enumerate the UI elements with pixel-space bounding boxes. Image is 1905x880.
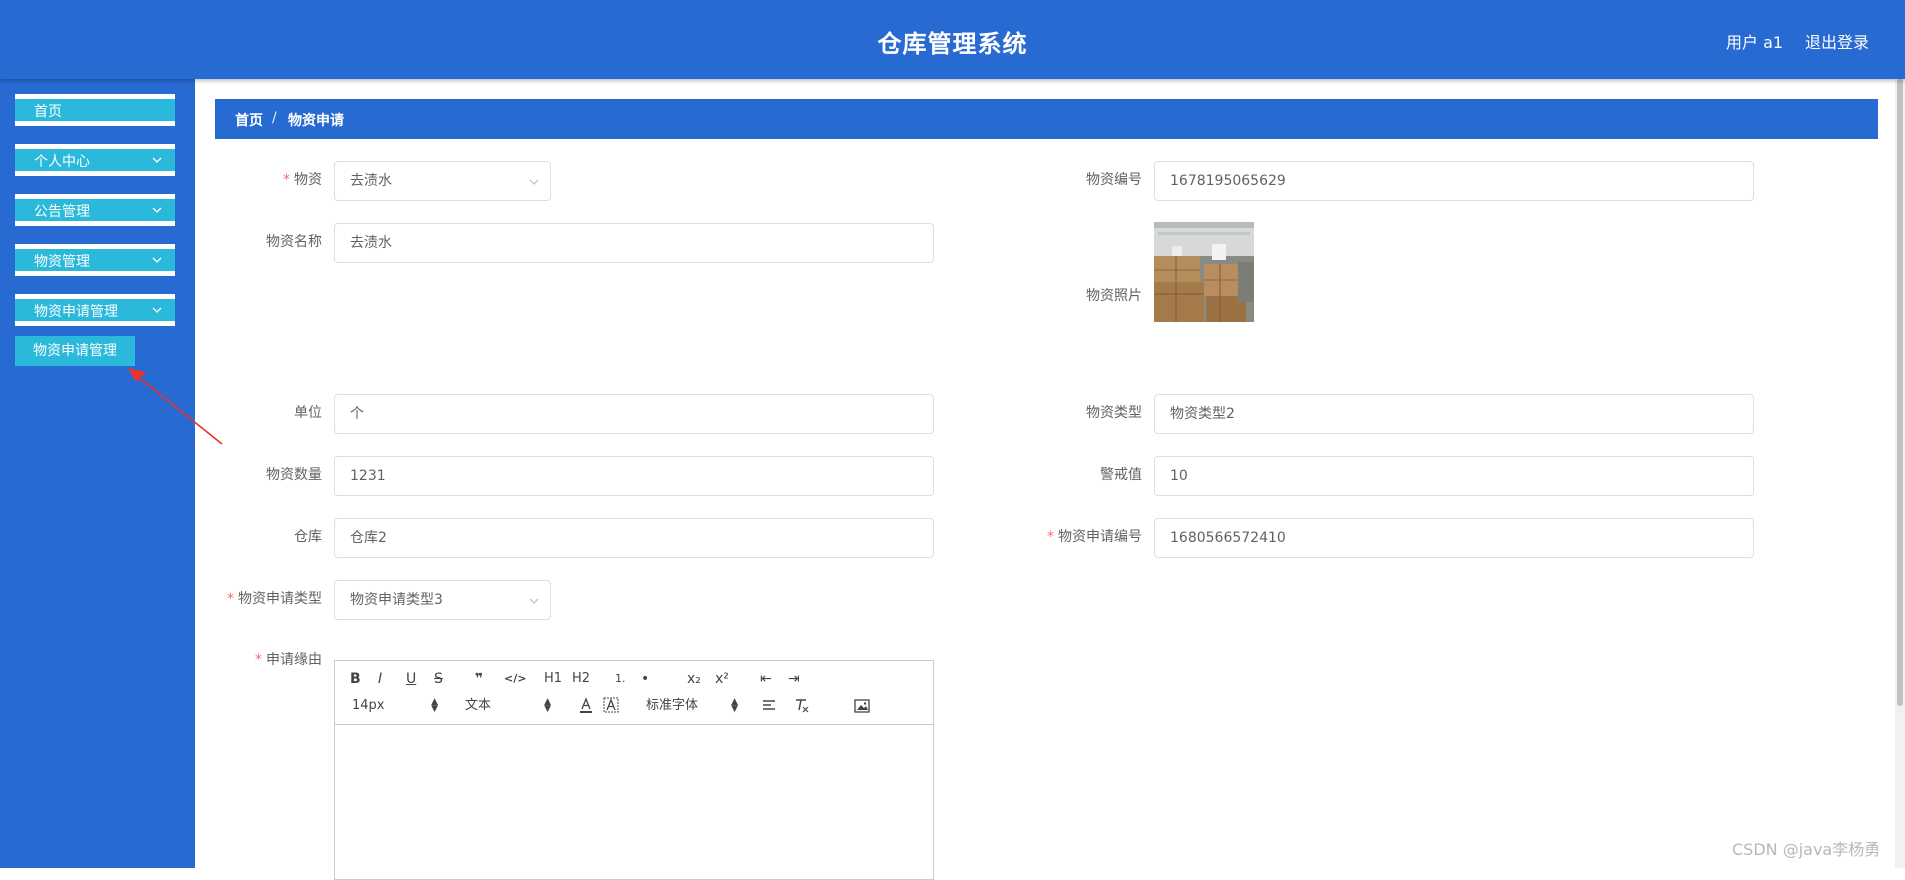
font-color-icon[interactable]: [578, 697, 594, 715]
alert-value-field[interactable]: 10: [1154, 456, 1754, 496]
current-user: 用户 a1: [1726, 33, 1784, 52]
updown-icon: ▲ ▼: [431, 697, 438, 714]
breadcrumb-separator: /: [272, 110, 277, 126]
apply-type-label: * 物资申请类型: [202, 589, 322, 609]
sidebar-item-materials[interactable]: 物资管理: [15, 244, 175, 276]
quantity-label: 物资数量: [266, 467, 322, 483]
material-type-label: 物资类型: [1086, 405, 1142, 421]
breadcrumb: 首页 / 物资申请: [215, 99, 1878, 139]
subscript-button[interactable]: x₂: [687, 669, 701, 689]
required-mark: *: [255, 652, 262, 668]
reason-label: * 申请缘由: [202, 650, 322, 670]
code-block-button[interactable]: </>: [504, 669, 526, 689]
heading-2-button[interactable]: H2: [572, 669, 590, 689]
strike-button[interactable]: S: [434, 669, 443, 689]
insert-image-icon[interactable]: [854, 699, 870, 713]
material-name-label: 物资名称: [266, 234, 322, 250]
material-type-field[interactable]: 物资类型2: [1154, 394, 1754, 434]
apply-type-label-text: 物资申请类型: [238, 591, 322, 607]
warehouse-field[interactable]: 仓库2: [334, 518, 934, 558]
app-title: 仓库管理系统: [877, 30, 1028, 58]
text-format-select[interactable]: 文本 ▲ ▼: [465, 697, 551, 715]
breadcrumb-current: 物资申请: [288, 113, 344, 129]
updown-icon: ▲ ▼: [731, 697, 738, 714]
outdent-button[interactable]: ⇤: [760, 669, 772, 689]
font-size-select[interactable]: 14px ▲ ▼: [352, 697, 438, 715]
chevron-down-icon: [152, 307, 162, 313]
align-left-icon[interactable]: [761, 699, 777, 713]
chevron-down-icon: [152, 157, 162, 163]
sidebar-item-label: 首页: [34, 104, 62, 120]
bold-button[interactable]: B: [350, 669, 361, 689]
breadcrumb-home[interactable]: 首页: [235, 110, 263, 130]
material-code-label: 物资编号: [1086, 172, 1142, 188]
unit-field[interactable]: 个: [334, 394, 934, 434]
alert-value-label: 警戒值: [1100, 467, 1142, 483]
logout-button[interactable]: 退出登录: [1805, 29, 1869, 53]
quantity-field[interactable]: 1231: [334, 456, 934, 496]
sidebar-item-personal-center[interactable]: 个人中心: [15, 144, 175, 176]
required-mark: *: [283, 172, 290, 188]
scrollbar-thumb[interactable]: [1897, 79, 1903, 706]
indent-button[interactable]: ⇥: [788, 669, 800, 689]
apply-type-select-value: 物资申请类型3: [350, 592, 443, 608]
material-label-text: 物资: [294, 172, 322, 188]
page-scrollbar[interactable]: [1895, 79, 1905, 868]
unit-label: 单位: [294, 405, 322, 421]
chevron-down-icon: [152, 207, 162, 213]
editor-toolbar: B I U S ❞ </> H1 H2 1. • x₂ x² ⇤ ⇥ 14px …: [335, 661, 933, 725]
apply-type-select[interactable]: 物资申请类型3: [334, 580, 551, 620]
chevron-down-icon: [529, 598, 539, 604]
sidebar-item-label: 公告管理: [34, 204, 90, 220]
sidebar-item-label: 个人中心: [34, 154, 90, 170]
material-select[interactable]: 去渍水: [334, 161, 551, 201]
apply-code-field[interactable]: 1680566572410: [1154, 518, 1754, 558]
font-family-select[interactable]: 标准字体 ▲ ▼: [646, 697, 738, 715]
ordered-list-button[interactable]: 1.: [615, 669, 626, 689]
material-name-field[interactable]: 去渍水: [334, 223, 934, 263]
material-select-value: 去渍水: [350, 173, 392, 189]
underline-button[interactable]: U: [406, 669, 416, 689]
font-size-value: 14px: [352, 698, 385, 713]
material-photo-label: 物资照片: [1086, 288, 1142, 304]
superscript-button[interactable]: x²: [715, 669, 729, 689]
material-photo: [1154, 222, 1254, 322]
updown-icon: ▲ ▼: [544, 697, 551, 714]
bullet-list-button[interactable]: •: [641, 669, 649, 689]
reason-rich-text-editor[interactable]: B I U S ❞ </> H1 H2 1. • x₂ x² ⇤ ⇥ 14px …: [334, 660, 934, 880]
chevron-down-icon: [529, 179, 539, 185]
heading-1-button[interactable]: H1: [544, 669, 562, 689]
editor-content-area[interactable]: [335, 725, 933, 879]
material-code-field[interactable]: 1678195065629: [1154, 161, 1754, 201]
warehouse-photo-image: [1154, 222, 1254, 322]
sidebar-item-material-applications[interactable]: 物资申请管理: [15, 294, 175, 326]
apply-code-label: * 物资申请编号: [1022, 527, 1142, 547]
material-label: * 物资: [202, 170, 322, 190]
clear-format-icon[interactable]: [793, 697, 811, 715]
sidebar-item-announcements[interactable]: 公告管理: [15, 194, 175, 226]
italic-button[interactable]: I: [378, 669, 382, 689]
chevron-down-icon: [152, 257, 162, 263]
sidebar-item-label: 物资申请管理: [34, 304, 118, 320]
sidebar-item-home[interactable]: 首页: [15, 94, 175, 126]
apply-code-label-text: 物资申请编号: [1058, 529, 1142, 545]
required-mark: *: [1047, 529, 1054, 545]
reason-label-text: 申请缘由: [266, 652, 322, 668]
sidebar: 首页 个人中心 公告管理 物资管理 物资申请管理 物资申请管理: [0, 79, 195, 868]
blockquote-button[interactable]: ❞: [475, 669, 483, 689]
font-family-value: 标准字体: [646, 698, 699, 713]
sidebar-item-label: 物资管理: [34, 254, 90, 270]
required-mark: *: [227, 591, 234, 607]
text-format-value: 文本: [465, 698, 492, 713]
watermark: CSDN @java李杨勇: [1732, 840, 1881, 859]
top-header: 仓库管理系统 用户 a1 退出登录: [0, 0, 1905, 79]
background-color-icon[interactable]: [603, 697, 619, 715]
warehouse-label: 仓库: [294, 529, 322, 545]
submenu-item-material-applications[interactable]: 物资申请管理: [15, 336, 135, 366]
